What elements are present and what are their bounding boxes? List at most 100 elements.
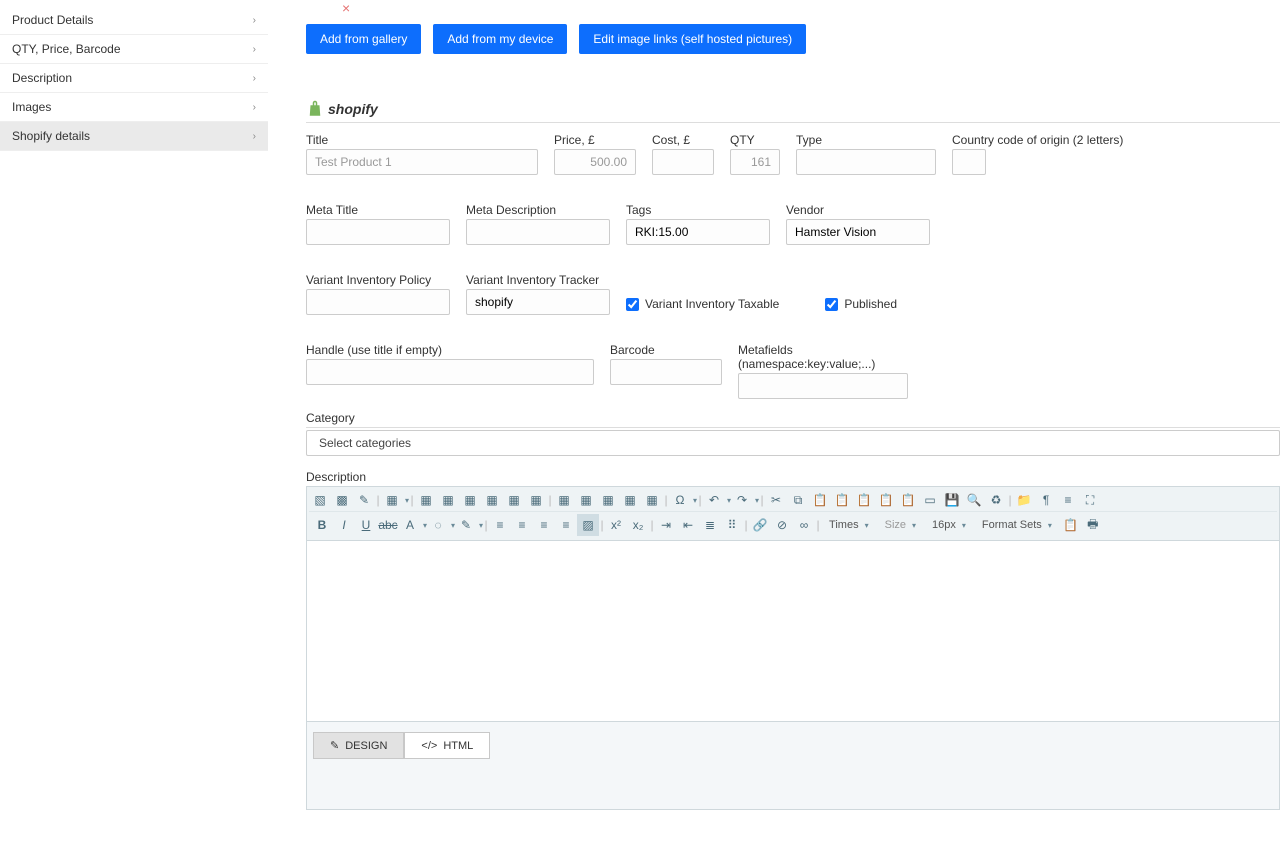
variant-taxable-checkbox[interactable] [626,298,639,311]
sidebar-item-images[interactable]: Images› [0,93,268,122]
copy-icon[interactable]: ⧉ [787,489,809,511]
sidebar-item-qty-price-barcode[interactable]: QTY, Price, Barcode› [0,35,268,64]
row-below-icon[interactable]: ▦ [575,489,597,511]
undo-icon[interactable]: ↶ [703,489,725,511]
format-painter-icon[interactable]: ✎ [353,489,375,511]
handle-input[interactable] [306,359,594,385]
chevron-right-icon: › [253,131,256,142]
font-family-select[interactable]: Times▾ [821,514,877,536]
find-icon[interactable]: 🔍 [963,489,985,511]
edit-image-links-button[interactable]: Edit image links (self hosted pictures) [579,24,806,54]
align-right-icon[interactable]: ≡ [533,514,555,536]
select-all-icon[interactable]: ▭ [919,489,941,511]
paste-html-icon[interactable]: 📋 [875,489,897,511]
paste-text-icon[interactable]: 📋 [831,489,853,511]
font-color-icon[interactable]: A [399,514,421,536]
align-center-icon[interactable]: ≡ [1057,489,1079,511]
description-label: Description [306,470,1280,484]
underline-icon[interactable]: U [355,514,377,536]
folder-icon[interactable]: 📁 [1013,489,1035,511]
outdent-icon[interactable]: ⇤ [677,514,699,536]
anchor-icon[interactable]: ∞ [793,514,815,536]
subscript-icon[interactable]: x₂ [627,514,649,536]
image-icon[interactable]: ▧ [309,489,331,511]
metafields-input[interactable] [738,373,908,399]
format-sets-select[interactable]: Format Sets▾ [974,514,1060,536]
col-right-icon[interactable]: ▦ [619,489,641,511]
meta-desc-label: Meta Description [466,203,610,217]
paste-word-icon[interactable]: 📋 [853,489,875,511]
superscript-icon[interactable]: x² [605,514,627,536]
barcode-input[interactable] [610,359,722,385]
save-icon[interactable]: 💾 [941,489,963,511]
type-input[interactable] [796,149,936,175]
align-center-icon[interactable]: ≡ [511,514,533,536]
table-insert-icon[interactable]: ▦ [415,489,437,511]
editor-body[interactable] [307,541,1279,721]
cut-icon[interactable]: ✂ [765,489,787,511]
omega-icon[interactable]: Ω [669,489,691,511]
col-left-icon[interactable]: ▦ [597,489,619,511]
meta-desc-input[interactable] [466,219,610,245]
table-icon[interactable]: ▦ [381,489,403,511]
indent-icon[interactable]: ⇥ [655,514,677,536]
replace-icon[interactable]: ♻ [985,489,1007,511]
qty-input[interactable] [730,149,780,175]
sidebar-item-shopify-details[interactable]: Shopify details› [0,122,268,151]
highlight-icon[interactable]: ✎ [455,514,477,536]
font-size-select[interactable]: Size▾ [877,514,924,536]
paragraph-icon[interactable]: ¶ [1035,489,1057,511]
add-from-gallery-button[interactable]: Add from gallery [306,24,421,54]
paste-icon[interactable]: 📋 [809,489,831,511]
insert-col-icon[interactable]: ▦ [503,489,525,511]
unordered-list-icon[interactable]: ⠿ [721,514,743,536]
align-left-icon[interactable]: ≡ [489,514,511,536]
align-none-icon[interactable]: ▨ [577,514,599,536]
title-input[interactable] [306,149,538,175]
link-icon[interactable]: 🔗 [749,514,771,536]
strike-icon[interactable]: abc [377,514,399,536]
cell-props-icon[interactable]: ▦ [641,489,663,511]
ordered-list-icon[interactable]: ≣ [699,514,721,536]
chevron-right-icon: › [253,73,256,84]
font-size-value[interactable]: 16px▾ [924,514,974,536]
merge-cells-icon[interactable]: ▦ [459,489,481,511]
type-label: Type [796,133,936,147]
sidebar-item-description[interactable]: Description› [0,64,268,93]
price-input[interactable] [554,149,636,175]
design-tab[interactable]: ✎DESIGN [313,732,404,759]
redo-icon[interactable]: ↷ [731,489,753,511]
published-checkbox[interactable] [825,298,838,311]
fullscreen-icon[interactable]: ⛶ [1079,489,1101,511]
align-justify-icon[interactable]: ≡ [555,514,577,536]
vip-label: Variant Inventory Policy [306,273,450,287]
category-label: Category [306,411,355,425]
meta-title-input[interactable] [306,219,450,245]
html-tab[interactable]: </>HTML [404,732,490,759]
published-label: Published [844,297,897,311]
shopify-brand-text: shopify [328,101,378,117]
fill-color-icon[interactable]: ◌ [427,514,449,536]
bold-icon[interactable]: B [311,514,333,536]
add-from-device-button[interactable]: Add from my device [433,24,567,54]
category-select[interactable]: Select categories [306,430,1280,456]
split-cell-icon[interactable]: ▦ [525,489,547,511]
vip-input[interactable] [306,289,450,315]
vit-input[interactable] [466,289,610,315]
table-delete-icon[interactable]: ▦ [437,489,459,511]
print-icon[interactable]: 🖶 [1082,514,1104,536]
unlink-icon[interactable]: ⊘ [771,514,793,536]
cost-input[interactable] [652,149,714,175]
row-above-icon[interactable]: ▦ [553,489,575,511]
image-manager-icon[interactable]: ▩ [331,489,353,511]
meta-title-label: Meta Title [306,203,450,217]
italic-icon[interactable]: I [333,514,355,536]
vendor-input[interactable] [786,219,930,245]
paste-format-icon[interactable]: 📋 [1060,514,1082,536]
paste-special-icon[interactable]: 📋 [897,489,919,511]
sidebar-item-product-details[interactable]: Product Details› [0,6,268,35]
close-icon[interactable]: × [342,0,1280,16]
insert-row-icon[interactable]: ▦ [481,489,503,511]
country-input[interactable] [952,149,986,175]
tags-input[interactable] [626,219,770,245]
